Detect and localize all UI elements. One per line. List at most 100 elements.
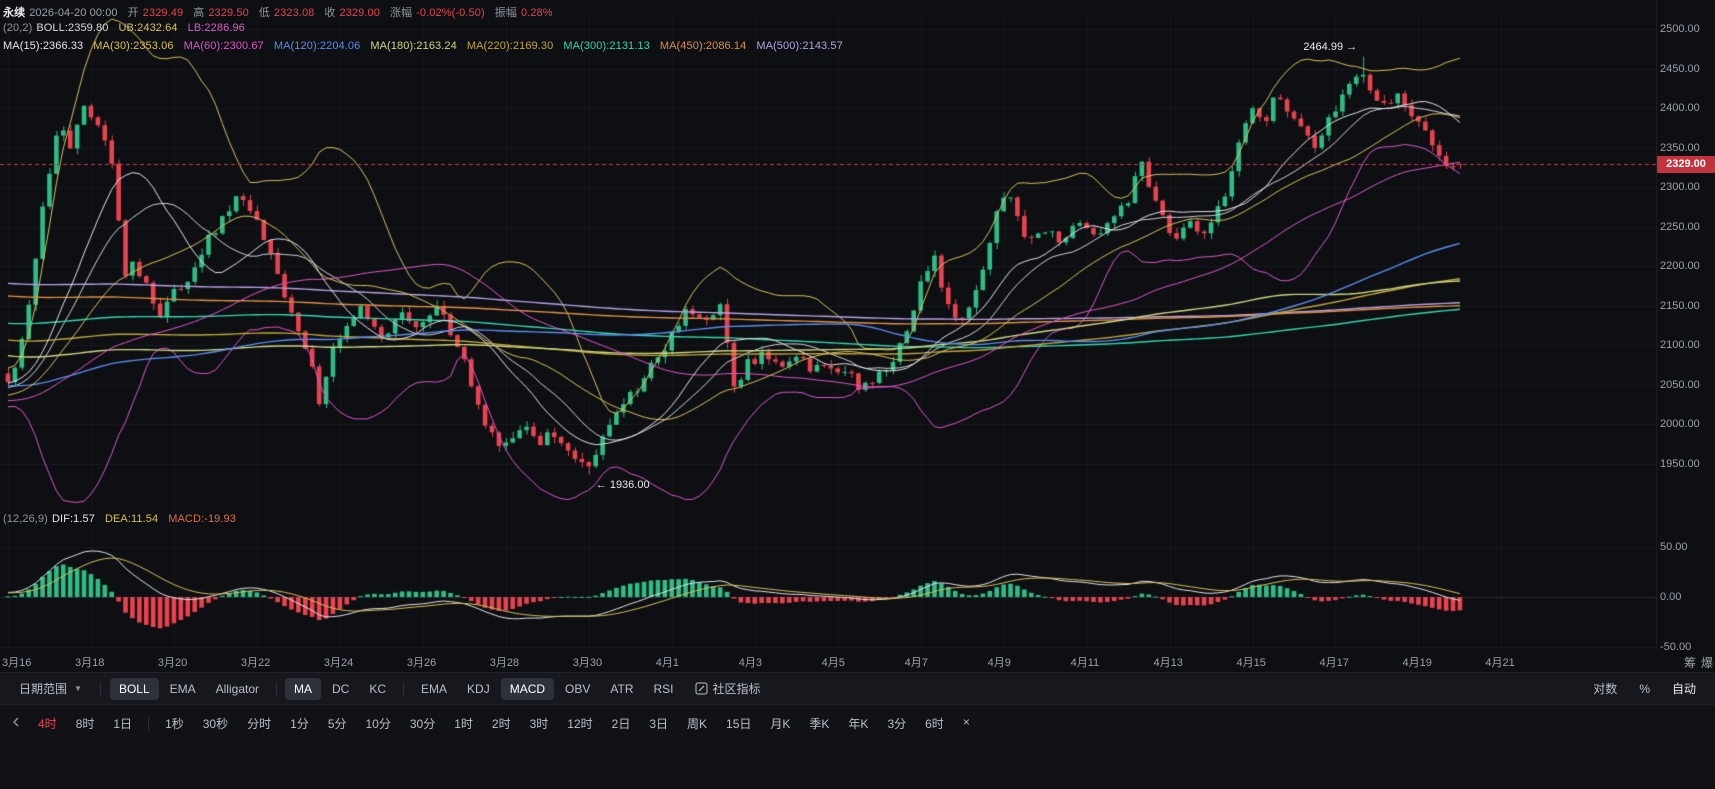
percent-scale-button[interactable]: %: [1630, 678, 1659, 700]
price-axis-label: 2150.00: [1660, 300, 1700, 312]
toolbar-divider: [403, 682, 404, 696]
symbol-name: 永续: [3, 4, 25, 20]
boll-lb-value: LB:2286.96: [188, 22, 245, 34]
auto-scale-button[interactable]: 自动: [1663, 676, 1705, 701]
timeframe-button[interactable]: 季K: [800, 712, 838, 735]
timeframe-button[interactable]: 3分: [878, 712, 915, 735]
time-axis-label: 3月22: [241, 654, 270, 670]
liquidation-button[interactable]: 爆: [1701, 654, 1713, 671]
ma-value: MA(30):2353.06: [93, 40, 173, 52]
ohlc-label: 高: [193, 4, 204, 20]
price-axis-label: 2100.00: [1660, 339, 1700, 351]
timeframe-button[interactable]: 月K: [761, 712, 799, 735]
chip-distribution-button[interactable]: 筹: [1684, 654, 1696, 671]
date-range-button[interactable]: 日期范围 ▼: [10, 676, 91, 701]
indicator-button-kc[interactable]: KC: [360, 678, 395, 700]
macd-dif-value: DIF:1.57: [52, 513, 95, 525]
ma-value: MA(15):2366.33: [3, 40, 83, 52]
last-price-tag: 2329.00: [1657, 156, 1715, 173]
ohlc-label: 低: [259, 4, 270, 20]
panel-toggle-icon[interactable]: [8, 712, 28, 728]
boll-params: (20,2): [3, 22, 32, 34]
timeframe-button[interactable]: 15日: [717, 712, 760, 735]
indicator-button-kdj[interactable]: KDJ: [458, 678, 499, 700]
price-axis-label: 2300.00: [1660, 181, 1700, 193]
timeframe-button[interactable]: 8时: [67, 712, 104, 735]
indicator-button-rsi[interactable]: RSI: [645, 678, 683, 700]
timeframe-button[interactable]: 2日: [603, 712, 640, 735]
indicator-buttons-group: BOLLEMAAlligatorMADCKCEMAKDJMACDOBVATRRS…: [110, 678, 683, 700]
timeframe-button[interactable]: 1分: [281, 712, 318, 735]
ohlc-legend: 永续2026-04-20 00:00开2329.49高2329.50低2323.…: [3, 4, 563, 20]
ohlc-value: 2323.08: [274, 7, 314, 19]
ohlc-label: 开: [128, 4, 139, 20]
price-axis-label: 2250.00: [1660, 221, 1700, 233]
chevron-down-icon: ▼: [74, 684, 82, 693]
macd-params: (12,26,9): [3, 513, 48, 525]
boll-ub-value: UB:2432.64: [119, 22, 178, 34]
time-axis-label: 4月9: [988, 654, 1011, 670]
macd-hist-value: MACD:-19.93: [168, 513, 236, 525]
indicator-button-ma[interactable]: MA: [285, 678, 321, 700]
indicator-button-alligator[interactable]: Alligator: [207, 678, 268, 700]
time-axis-label: 4月1: [656, 654, 679, 670]
boll-mid-value: BOLL:2359.80: [36, 22, 108, 34]
timeframe-button[interactable]: 5分: [319, 712, 356, 735]
indicator-button-obv[interactable]: OBV: [556, 678, 599, 700]
timeframe-button[interactable]: 年K: [839, 712, 877, 735]
timeframe-button[interactable]: 3日: [640, 712, 677, 735]
time-axis-label: 4月3: [739, 654, 762, 670]
timeframe-button[interactable]: 4时: [29, 712, 66, 735]
timeframe-buttons-group: 4时8时1日 1秒30秒分时1分5分10分30分1时2时3时12时2日3日周K15…: [29, 712, 979, 735]
macd-legend: (12,26,9)DIF:1.57DEA:11.54MACD:-19.93: [3, 513, 246, 525]
community-indicators-button[interactable]: 社区指标: [686, 676, 770, 701]
ma-value: MA(450):2086.14: [660, 40, 747, 52]
ma-value: MA(500):2143.57: [756, 40, 843, 52]
price-axis-label: 1950.00: [1660, 458, 1700, 470]
indicator-button-ema[interactable]: EMA: [412, 678, 456, 700]
chart-area[interactable]: 永续2026-04-20 00:00开2329.49高2329.50低2323.…: [0, 0, 1715, 672]
community-indicators-label: 社区指标: [713, 680, 761, 697]
candle-datetime: 2026-04-20 00:00: [29, 7, 117, 19]
price-axis-label: 2000.00: [1660, 418, 1700, 430]
indicator-button-macd[interactable]: MACD: [501, 678, 554, 700]
timeframe-button[interactable]: 1秒: [156, 712, 193, 735]
timeframe-button[interactable]: 1日: [104, 712, 141, 735]
timeframe-button[interactable]: 1时: [445, 712, 482, 735]
time-axis[interactable]: 3月163月183月203月223月243月263月283月304月14月34月…: [0, 650, 1715, 672]
indicator-button-boll[interactable]: BOLL: [110, 678, 159, 700]
boll-legend: (20,2) BOLL:2359.80 UB:2432.64 LB:2286.96: [3, 22, 255, 34]
macd-axis-label: 50.00: [1660, 541, 1688, 553]
time-axis-label: 3月18: [75, 654, 104, 670]
indicator-button-atr[interactable]: ATR: [601, 678, 642, 700]
candlestick-chart-canvas[interactable]: [0, 0, 1715, 650]
timeframe-button[interactable]: 3时: [521, 712, 558, 735]
time-axis-label: 4月7: [905, 654, 928, 670]
indicator-button-dc[interactable]: DC: [323, 678, 358, 700]
timeframe-button[interactable]: 12时: [558, 712, 601, 735]
price-axis-label: 2350.00: [1660, 142, 1700, 154]
log-scale-button[interactable]: 对数: [1584, 676, 1626, 701]
time-axis-label: 4月5: [822, 654, 845, 670]
timeframe-button[interactable]: 6时: [916, 712, 953, 735]
price-axis-label: 2050.00: [1660, 379, 1700, 391]
time-axis-label: 3月20: [158, 654, 187, 670]
time-axis-label: 3月24: [324, 654, 353, 670]
ma-value: MA(180):2163.24: [370, 40, 457, 52]
low-annotation: ← 1936.00: [596, 479, 650, 491]
high-annotation: 2464.99 →: [1287, 41, 1357, 53]
timeframe-button[interactable]: 分时: [238, 712, 280, 735]
ohlc-label: 收: [324, 4, 335, 20]
timeframe-button[interactable]: 10分: [357, 712, 400, 735]
timeframe-button[interactable]: 30分: [401, 712, 444, 735]
timeframe-button[interactable]: 2时: [483, 712, 520, 735]
remove-period-icon[interactable]: ×: [954, 712, 979, 735]
time-axis-label: 3月26: [407, 654, 436, 670]
community-edit-icon: [695, 682, 708, 695]
scale-buttons-group: 对数%自动: [1584, 676, 1705, 701]
timeframe-button[interactable]: 30秒: [194, 712, 237, 735]
timeframe-button[interactable]: 周K: [678, 712, 716, 735]
timeframe-bar: 4时8时1日 1秒30秒分时1分5分10分30分1时2时3时12时2日3日周K15…: [0, 704, 1715, 789]
toolbar-divider: [276, 682, 277, 696]
indicator-button-ema[interactable]: EMA: [161, 678, 205, 700]
